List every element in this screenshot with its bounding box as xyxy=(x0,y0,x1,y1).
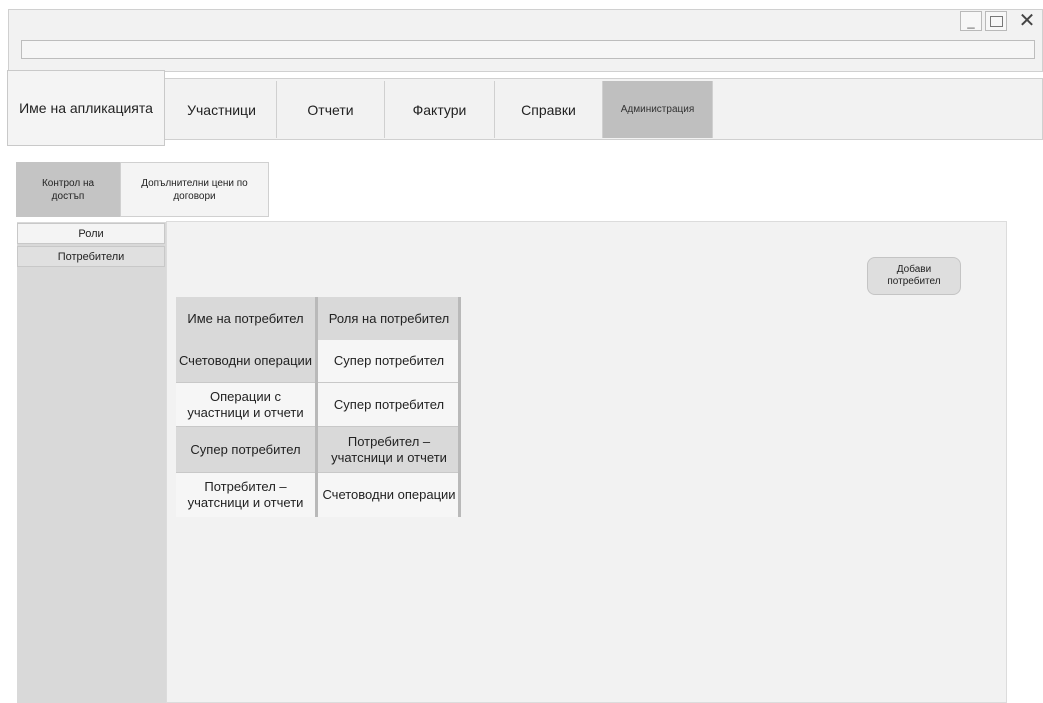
sidebar-item-roles[interactable]: Роли xyxy=(17,223,165,244)
tab-additional-contract-prices[interactable]: Допълнителни цени по договори xyxy=(120,162,269,217)
table-row-divider xyxy=(176,426,460,427)
maximize-icon xyxy=(989,15,1003,27)
address-bar[interactable] xyxy=(21,40,1035,59)
close-icon: ✕ xyxy=(1018,10,1036,32)
table-row-divider xyxy=(176,472,460,473)
menu-item-administration[interactable]: Администрация xyxy=(603,81,713,138)
table-header-role: Роля на потребител xyxy=(318,297,460,340)
menu-item-invoices[interactable]: Фактури xyxy=(385,81,495,138)
app-window: _ ✕ Име на апликацията Участници Отчети … xyxy=(0,0,1043,703)
menu-item-reports[interactable]: Отчети xyxy=(277,81,385,138)
table-cell-role[interactable]: Потребител – учатсници и отчети xyxy=(318,427,460,472)
sidebar xyxy=(17,222,166,703)
table-column-divider xyxy=(458,297,461,517)
close-button[interactable]: ✕ xyxy=(1016,11,1038,31)
maximize-button[interactable] xyxy=(985,11,1007,31)
add-user-button-label: Добави потребител xyxy=(887,264,941,287)
table-cell-username[interactable]: Супер потребител xyxy=(176,427,315,472)
sidebar-item-users[interactable]: Потребители xyxy=(17,246,165,267)
menu-item-inquiries[interactable]: Справки xyxy=(495,81,603,138)
table-row-divider xyxy=(176,382,460,383)
tab-access-control[interactable]: Контрол на достъп xyxy=(16,162,120,217)
table-cell-role[interactable]: Супер потребител xyxy=(318,383,460,426)
table-header-username: Име на потребител xyxy=(176,297,315,340)
table-cell-username[interactable]: Потребител – учатсници и отчети xyxy=(176,473,315,517)
add-user-button[interactable]: Добави потребител xyxy=(867,257,961,295)
app-name: Име на апликацията xyxy=(7,70,165,146)
menu-item-participants[interactable]: Участници xyxy=(167,81,277,138)
table-cell-role[interactable]: Супер потребител xyxy=(318,340,460,382)
table-column-divider xyxy=(315,297,318,517)
tab-additional-contract-prices-label: Допълнителни цени по договори xyxy=(141,177,248,202)
table-cell-role[interactable]: Счетоводни операции xyxy=(318,473,460,517)
table-cell-username[interactable]: Операции с участници и отчети xyxy=(176,383,315,426)
tab-access-control-label: Контрол на достъп xyxy=(41,177,95,202)
minimize-button[interactable]: _ xyxy=(960,11,982,31)
minimize-icon: _ xyxy=(967,13,975,29)
table-cell-username[interactable]: Счетоводни операции xyxy=(176,340,315,382)
